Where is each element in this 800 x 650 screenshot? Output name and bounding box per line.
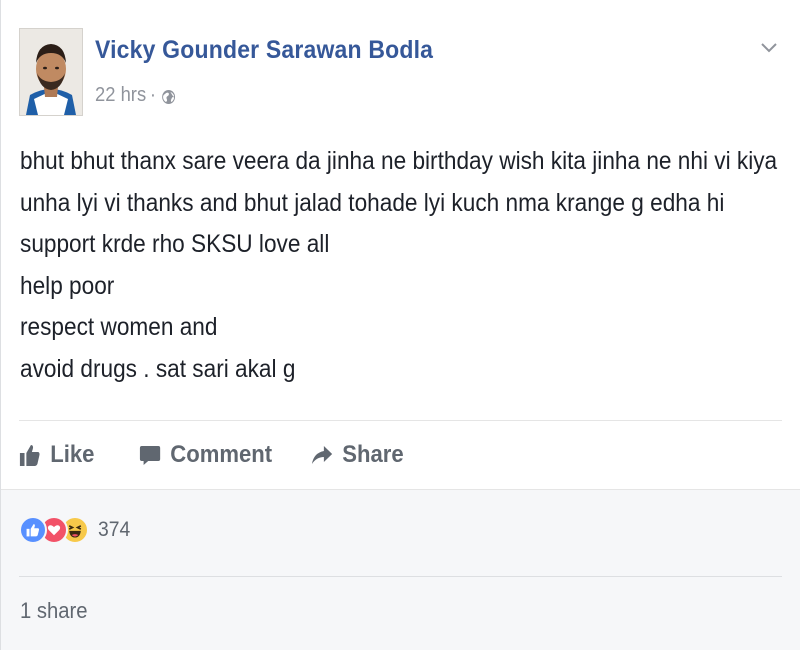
post-body-line: unha lyi vi thanks and bhut jalad tohade…	[20, 188, 725, 217]
comment-icon	[139, 446, 161, 465]
post-timestamp[interactable]: 22 hrs	[95, 84, 146, 107]
post-footer: 374 1 share	[1, 489, 800, 650]
share-count[interactable]: 1 share	[20, 598, 88, 624]
post-body-line: support krde rho SKSU love all	[20, 230, 330, 258]
post-body: bhut bhut thanx sare veera da jinha ne b…	[20, 141, 789, 390]
meta-separator: ·	[149, 84, 156, 106]
avatar[interactable]	[19, 28, 83, 116]
comment-button[interactable]: Comment	[139, 441, 272, 469]
post-meta: 22 hrs ·	[95, 84, 176, 107]
reaction-count: 374	[98, 518, 131, 541]
share-label: Share	[342, 441, 404, 468]
like-label: Like	[50, 441, 95, 468]
divider	[19, 576, 782, 577]
globe-icon	[161, 88, 176, 104]
chevron-down-icon[interactable]	[758, 36, 780, 58]
share-arrow-icon	[311, 446, 333, 464]
post-body-line: help poor	[20, 271, 115, 300]
reactions-summary[interactable]: 374	[19, 516, 133, 544]
divider	[19, 420, 782, 421]
thumbs-up-icon	[19, 445, 40, 466]
post-body-line: avoid drugs . sat sari akal g	[20, 354, 296, 383]
reaction-icons	[19, 516, 89, 544]
comment-label: Comment	[170, 441, 273, 468]
like-button[interactable]: Like	[19, 441, 94, 469]
post-header: Vicky Gounder Sarawan Bodla 22 hrs ·	[19, 28, 780, 118]
like-reaction-icon	[19, 516, 47, 544]
author-name[interactable]: Vicky Gounder Sarawan Bodla	[95, 36, 433, 65]
post-body-line: bhut bhut thanx sare veera da jinha ne b…	[20, 147, 778, 175]
feed-post: Vicky Gounder Sarawan Bodla 22 hrs · bhu…	[0, 0, 800, 650]
post-body-line: respect women and	[20, 313, 218, 341]
share-button[interactable]: Share	[311, 441, 404, 469]
